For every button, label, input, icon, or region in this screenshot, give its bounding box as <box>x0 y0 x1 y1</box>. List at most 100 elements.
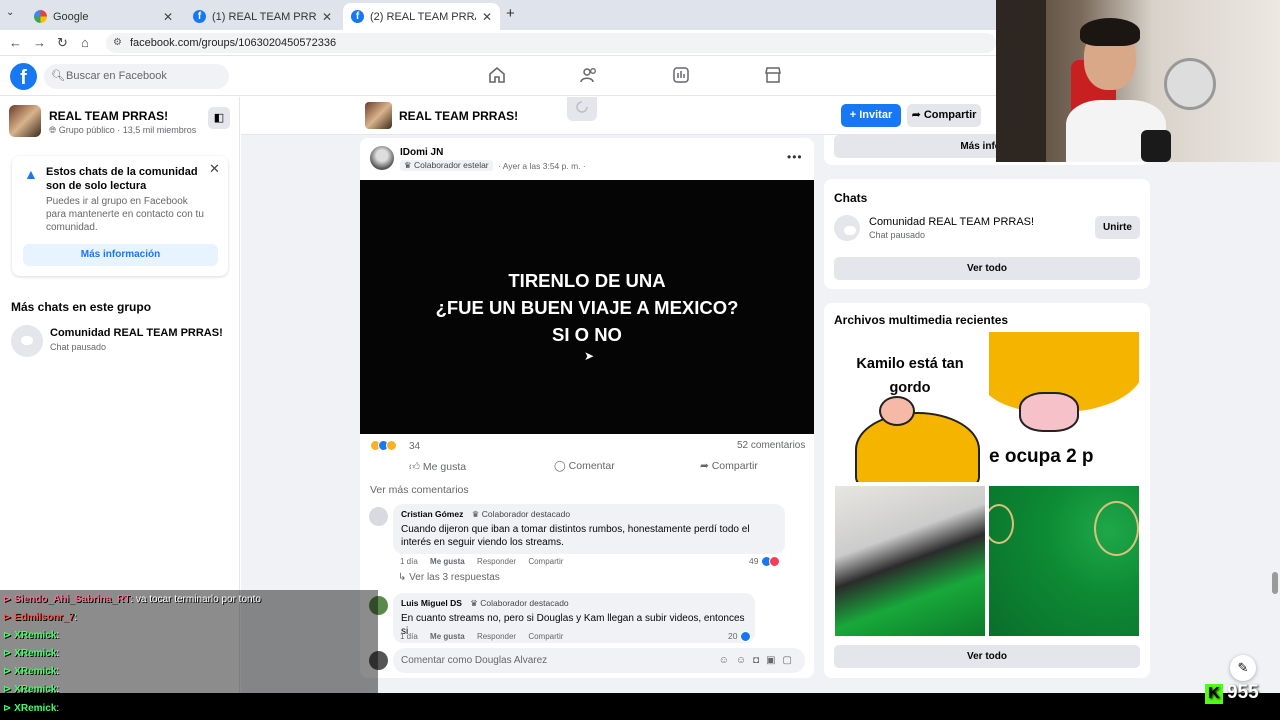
gif-icon[interactable]: ▣ <box>766 655 782 666</box>
facebook-icon: f <box>351 10 364 23</box>
comment-count[interactable]: 52 comentarios <box>737 440 805 451</box>
chat-avatar-icon[interactable] <box>11 325 43 357</box>
more-info-button[interactable]: Más información <box>23 244 218 266</box>
group-avatar-small[interactable] <box>365 102 392 129</box>
media-thumbnail[interactable]: Kamilo está tan gordo <box>835 332 985 482</box>
like-button[interactable]: 👍︎ Me gusta <box>409 460 466 473</box>
trophy-icon: ♛ <box>404 160 414 170</box>
author-avatar[interactable] <box>370 146 394 170</box>
badge-icon: ⊳ <box>3 648 15 659</box>
comment-reply-link[interactable]: Responder <box>477 632 516 641</box>
chat-message: ⊳ XRemick: <box>3 703 59 714</box>
sidebar-toggle-icon[interactable]: ◧ <box>208 107 230 129</box>
facebook-logo-icon[interactable]: f <box>10 63 37 90</box>
comment-placeholder: Comentar como Douglas Alvarez <box>401 655 548 666</box>
comment-reactions[interactable]: 20 <box>728 631 751 643</box>
video-text-line: TIRENLO DE UNA <box>508 270 666 291</box>
close-tab-icon[interactable]: ✕ <box>482 10 492 24</box>
comment-like-link[interactable]: Me gusta <box>430 632 465 641</box>
comment-reply-link[interactable]: Responder <box>477 557 516 566</box>
fan <box>1164 58 1216 110</box>
see-all-chats-button[interactable]: Ver todo <box>834 257 1140 280</box>
media-thumbnail[interactable]: e ocupa 2 p <box>989 332 1139 482</box>
badge-icon: ♛ <box>470 598 481 608</box>
home-icon[interactable]: ⌂ <box>81 35 89 50</box>
comment-input[interactable]: Comentar como Douglas Alvarez ☺☺◘▣▢ <box>393 648 805 673</box>
comment-share-link[interactable]: Compartir <box>528 557 563 566</box>
video-text-line: ¿FUE UN BUEN VIAJE A MEXICO? <box>435 297 739 318</box>
tab-google[interactable]: Google ✕ <box>26 3 181 30</box>
sticker-icon[interactable]: ▢ <box>783 655 799 666</box>
chat-avatar-icon[interactable] <box>834 215 860 241</box>
media-heading: Archivos multimedia recientes <box>834 313 1009 327</box>
media-thumbnail[interactable] <box>989 486 1139 636</box>
comment-share-link[interactable]: Compartir <box>528 632 563 641</box>
comment-age[interactable]: 1 día <box>400 557 418 566</box>
group-name[interactable]: REAL TEAM PRRAS! <box>49 109 168 123</box>
search-placeholder: Buscar en Facebook <box>66 70 167 82</box>
view-replies-label: Ver las 3 respuestas <box>409 572 500 583</box>
see-more-comments-link[interactable]: Ver más comentarios <box>370 484 469 496</box>
scrollbar-thumb[interactable] <box>1272 572 1278 594</box>
group-title[interactable]: REAL TEAM PRRAS! <box>399 109 518 123</box>
stream-chat-overlay: ⊳ Siendo_Ahi_Sabrina_RT: va tocar termin… <box>0 590 378 710</box>
comment-age[interactable]: 1 día <box>400 632 418 641</box>
chat-user: XRemick <box>14 666 57 677</box>
media-thumbnail[interactable] <box>835 486 985 636</box>
reload-icon[interactable]: ↻ <box>57 35 68 51</box>
comment-button[interactable]: ◯ Comentar <box>554 460 615 472</box>
forward-icon[interactable]: → <box>33 35 46 50</box>
marketplace-nav-icon[interactable] <box>763 65 783 85</box>
badge-label: Colaborador destacado <box>481 509 571 519</box>
comment-like-link[interactable]: Me gusta <box>430 557 465 566</box>
view-replies-link[interactable]: ↳ Ver las 3 respuestas <box>398 572 500 583</box>
commenter-name[interactable]: Luis Miguel DS <box>401 598 462 608</box>
tab-search-icon[interactable]: ⌄ <box>6 7 14 18</box>
group-avatar[interactable] <box>9 105 41 137</box>
meme-text: Kamilo está tan <box>856 356 964 372</box>
chat-text: : <box>56 666 60 677</box>
search-input[interactable]: 🔍︎ Buscar en Facebook <box>44 64 229 89</box>
camera-icon[interactable]: ◘ <box>753 655 766 666</box>
invite-button[interactable]: + Invitar <box>841 104 901 127</box>
close-icon[interactable]: ✕ <box>209 161 220 177</box>
new-tab-icon[interactable]: + <box>506 5 515 22</box>
join-chat-button[interactable]: Unirte <box>1095 216 1140 239</box>
chat-text: : <box>56 630 60 641</box>
like-label: Me gusta <box>422 461 467 473</box>
see-all-media-button[interactable]: Ver todo <box>834 645 1140 668</box>
post-timestamp[interactable]: · Ayer a las 3:54 p. m. · <box>498 161 586 171</box>
back-icon[interactable]: ← <box>9 35 22 50</box>
share-label: Compartir <box>923 109 977 121</box>
more-options-icon[interactable]: ••• <box>787 150 803 164</box>
chat-name[interactable]: Comunidad REAL TEAM PRRAS! <box>50 327 223 339</box>
share-button[interactable]: ➦ Compartir <box>700 460 758 472</box>
commenter-name[interactable]: Cristian Gómez <box>401 509 463 519</box>
video-nav-icon[interactable] <box>671 65 691 85</box>
share-icon: ➦ <box>911 109 924 121</box>
thumbs-up-icon: 👍︎ <box>409 461 423 473</box>
new-message-icon[interactable]: ✎ <box>1230 655 1256 681</box>
chat-message: ⊳ XRemick: <box>3 630 59 641</box>
mouse-cursor-icon: ➤ <box>584 349 595 363</box>
meme-text: e ocupa 2 p <box>989 446 1094 467</box>
site-info-icon[interactable]: ⚙ <box>113 33 122 53</box>
close-tab-icon[interactable]: ✕ <box>322 10 332 24</box>
post-video[interactable]: TIRENLO DE UNA ¿FUE UN BUEN VIAJE A MEXI… <box>360 180 814 434</box>
close-tab-icon[interactable]: ✕ <box>163 10 173 24</box>
url-field[interactable]: ⚙ facebook.com/groups/1063020450572336 <box>106 33 996 53</box>
commenter-avatar[interactable] <box>369 507 388 526</box>
comment-reactions[interactable]: 49 <box>749 556 780 568</box>
home-nav-icon[interactable] <box>487 65 507 85</box>
chat-name[interactable]: Comunidad REAL TEAM PRRAS! <box>869 216 1034 228</box>
tab-facebook-2[interactable]: f (2) REAL TEAM PRRAS! | Facebook ✕ <box>343 3 500 30</box>
chat-status: Chat pausado <box>869 230 926 240</box>
reaction-icons[interactable] <box>370 439 397 451</box>
reaction-count[interactable]: 34 <box>409 441 420 452</box>
friends-nav-icon[interactable] <box>579 65 599 85</box>
emoji-icon[interactable]: ☺ <box>736 655 753 666</box>
share-group-button[interactable]: ➦ Compartir <box>907 104 981 127</box>
avatar-sticker-icon[interactable]: ☺ <box>719 655 736 666</box>
tab-facebook-1[interactable]: f (1) REAL TEAM PRRAS! | Facebook ✕ <box>185 3 340 30</box>
post-author[interactable]: IDomi JN <box>400 147 443 158</box>
